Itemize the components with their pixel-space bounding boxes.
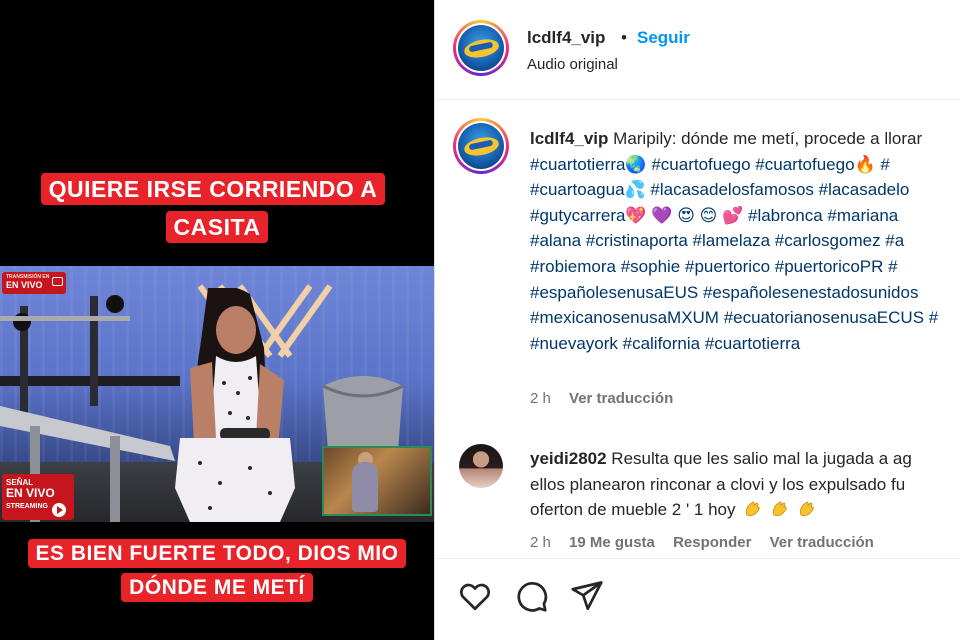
video-caption-bottom-text: ES BIEN FUERTE TODO, DIOS MIO DÓNDE ME M… (27, 539, 407, 602)
comment-timestamp: 2 h (530, 534, 551, 551)
live-broadcast-icon (52, 277, 63, 286)
clapping-hands-icon (772, 501, 787, 516)
author-username[interactable]: lcdlf4_vip (527, 28, 605, 48)
follow-button[interactable]: Seguir (637, 28, 690, 48)
hashtag-line[interactable]: #robiemora #sophie #puertorico #puertori… (530, 254, 960, 280)
picture-in-picture-feed (322, 446, 432, 516)
video-caption-top-text: QUIERE IRSE CORRIENDO A CASITA (40, 173, 386, 243)
woman-sitting (175, 288, 295, 522)
caption-meta: 2 h Ver traducción (530, 390, 673, 407)
metal-stool (322, 376, 404, 456)
clapping-hands-icon (746, 501, 760, 516)
comment-line: Resulta que les salio mal la jugada a ag (611, 449, 912, 468)
hashtag-line[interactable]: #cuartotierra🌏 #cuartofuego #cuartofuego… (530, 152, 960, 178)
caption-timestamp: 2 h (530, 390, 551, 407)
actions-divider (435, 558, 960, 559)
header-divider (435, 99, 960, 100)
post-caption: lcdlf4_vip Maripily: dónde me metí, proc… (530, 126, 960, 356)
comment-text: yeidi2802 Resulta que les salio mal la j… (530, 446, 960, 523)
play-icon (52, 503, 66, 517)
caption-text: Maripily: dónde me metí, procede a llora… (613, 129, 923, 148)
caption-translate-link[interactable]: Ver traducción (569, 390, 673, 407)
channel-logo-icon (458, 123, 504, 169)
hashtag-line[interactable]: #cuartoagua💦 #lacasadelosfamosos #lacasa… (530, 177, 960, 203)
clapping-hands-icon (799, 501, 814, 516)
video-caption-bottom: ES BIEN FUERTE TODO, DIOS MIO DÓNDE ME M… (0, 537, 434, 605)
video-caption-top: QUIERE IRSE CORRIENDO A CASITA (0, 170, 434, 246)
hashtag-line[interactable]: #mexicanosenusaMXUM #ecuatorianosenusaEC… (530, 305, 960, 331)
comment-likes-count[interactable]: 19 Me gusta (569, 534, 655, 551)
comment-bubble-icon[interactable] (513, 578, 549, 614)
caption-author-avatar[interactable] (453, 118, 509, 174)
comment-meta: 2 h 19 Me gusta Responder Ver traducción (530, 534, 888, 551)
hashtag-line[interactable]: #españolesenusaEUS #españolesenestadosun… (530, 280, 960, 306)
heart-outline-icon[interactable] (457, 578, 493, 614)
commenter-avatar[interactable] (459, 444, 503, 488)
comment-line: ellos planearon rinconar a clovi y los e… (530, 474, 906, 494)
hashtag-line[interactable]: #alana #cristinaporta #lamelaza #carlosg… (530, 228, 960, 254)
channel-logo-icon (458, 25, 504, 71)
header-separator: • (621, 28, 627, 47)
reel-video-player[interactable]: QUIERE IRSE CORRIENDO A CASITA TRANSMISI… (0, 0, 434, 640)
author-avatar[interactable] (453, 20, 509, 76)
original-audio-link[interactable]: Audio original (527, 56, 618, 73)
signal-badge-line2: EN VIVO (6, 486, 55, 500)
post-detail-panel: lcdlf4_vip • Seguir Audio original lcdlf… (434, 0, 960, 640)
comment-reply-button[interactable]: Responder (673, 534, 751, 551)
comment-line: oferton de mueble 2 ' 1 hoy (530, 500, 736, 519)
hashtag-line[interactable]: #nuevayork #california #cuartotierra (530, 331, 960, 357)
commenter-username[interactable]: yeidi2802 (530, 449, 607, 468)
live-badge-top-label: EN VIVO (6, 280, 43, 290)
caption-username[interactable]: lcdlf4_vip (530, 129, 608, 148)
paper-plane-icon[interactable] (569, 578, 605, 614)
comment-translate-link[interactable]: Ver traducción (770, 534, 874, 551)
hashtag-line[interactable]: #gutycarrera💖 💜 😍 😊 💕 #labronca #mariana (530, 203, 960, 229)
